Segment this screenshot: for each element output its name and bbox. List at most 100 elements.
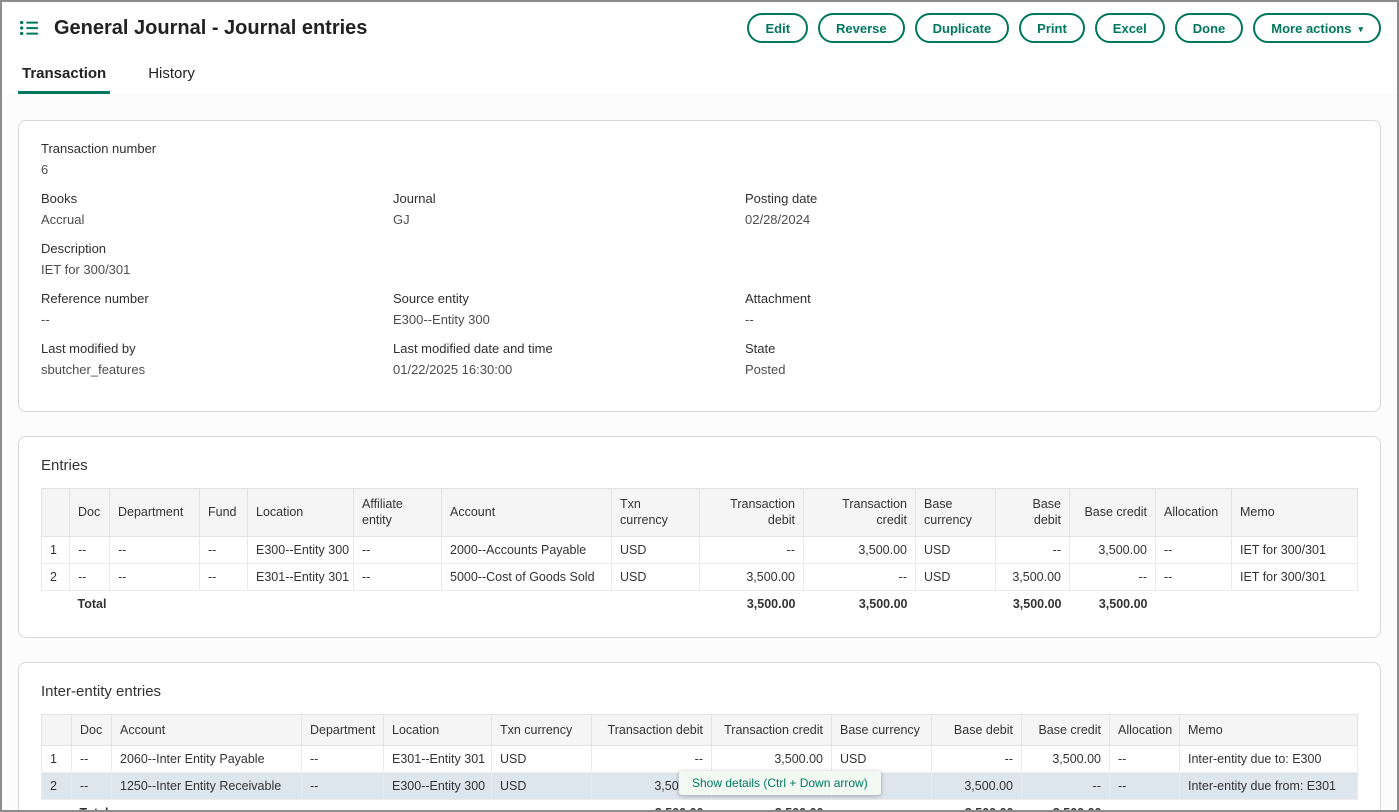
total-cell: 3,500.00 bbox=[932, 799, 1022, 810]
table-cell: USD bbox=[492, 745, 592, 772]
total-cell bbox=[248, 590, 354, 617]
detail-value: 02/28/2024 bbox=[745, 212, 1358, 227]
detail-row: Last modified bysbutcher_featuresLast mo… bbox=[41, 341, 1358, 391]
column-header[interactable]: Department bbox=[302, 714, 384, 745]
total-cell bbox=[110, 590, 200, 617]
table-cell: -- bbox=[354, 563, 442, 590]
table-cell: -- bbox=[1070, 563, 1156, 590]
detail-value: IET for 300/301 bbox=[41, 262, 393, 277]
column-header[interactable]: Base credit bbox=[1070, 489, 1156, 537]
table-cell: 3,500.00 bbox=[996, 563, 1070, 590]
column-header[interactable]: Fund bbox=[200, 489, 248, 537]
detail-label: Attachment bbox=[745, 291, 1358, 306]
table-cell: -- bbox=[200, 536, 248, 563]
column-header[interactable] bbox=[42, 714, 72, 745]
table-cell: 2000--Accounts Payable bbox=[442, 536, 612, 563]
column-header[interactable]: Account bbox=[442, 489, 612, 537]
detail-field: DescriptionIET for 300/301 bbox=[41, 241, 393, 277]
column-header[interactable]: Transaction debit bbox=[592, 714, 712, 745]
detail-value: sbutcher_features bbox=[41, 362, 393, 377]
edit-button[interactable]: Edit bbox=[747, 13, 808, 43]
table-cell: -- bbox=[200, 563, 248, 590]
title-area: General Journal - Journal entries bbox=[18, 17, 367, 40]
reverse-button[interactable]: Reverse bbox=[818, 13, 905, 43]
toolbar: Edit Reverse Duplicate Print Excel Done … bbox=[747, 13, 1381, 43]
entries-title: Entries bbox=[41, 457, 1358, 474]
column-header[interactable]: Base debit bbox=[932, 714, 1022, 745]
top-bar: General Journal - Journal entries Edit R… bbox=[2, 2, 1397, 54]
total-cell bbox=[42, 799, 72, 810]
column-header[interactable]: Base currency bbox=[832, 714, 932, 745]
entries-card: Entries DocDepartmentFundLocationAffilia… bbox=[18, 436, 1381, 638]
table-row[interactable]: 1--2060--Inter Entity Payable--E301--Ent… bbox=[42, 745, 1358, 772]
table-row[interactable]: 1------E300--Entity 300--2000--Accounts … bbox=[42, 536, 1358, 563]
column-header[interactable]: Account bbox=[112, 714, 302, 745]
total-cell: 3,500.00 bbox=[1022, 799, 1110, 810]
table-cell: -- bbox=[110, 563, 200, 590]
column-header[interactable]: Location bbox=[248, 489, 354, 537]
tab-transaction[interactable]: Transaction bbox=[18, 57, 110, 94]
more-actions-button[interactable]: More actions ▾ bbox=[1253, 13, 1381, 43]
column-header[interactable]: Memo bbox=[1232, 489, 1358, 537]
tab-history[interactable]: History bbox=[144, 57, 199, 94]
detail-label: Reference number bbox=[41, 291, 393, 306]
column-header[interactable]: Location bbox=[384, 714, 492, 745]
column-header[interactable]: Memo bbox=[1180, 714, 1358, 745]
table-cell: USD bbox=[612, 563, 700, 590]
total-cell bbox=[1110, 799, 1180, 810]
table-cell: USD bbox=[832, 745, 932, 772]
column-header[interactable]: Transaction credit bbox=[804, 489, 916, 537]
total-cell: 3,500.00 bbox=[804, 590, 916, 617]
detail-field: Reference number-- bbox=[41, 291, 393, 327]
detail-row: Transaction number6 bbox=[41, 141, 1358, 191]
table-row[interactable]: 2------E301--Entity 301--5000--Cost of G… bbox=[42, 563, 1358, 590]
table-cell: E300--Entity 300 bbox=[384, 772, 492, 799]
total-cell: 3,500.00 bbox=[996, 590, 1070, 617]
main-content: Transaction number6BooksAccrualJournalGJ… bbox=[2, 94, 1397, 810]
column-header[interactable]: Department bbox=[110, 489, 200, 537]
print-button[interactable]: Print bbox=[1019, 13, 1085, 43]
total-cell: 3,500.00 bbox=[1070, 590, 1156, 617]
column-header[interactable]: Doc bbox=[70, 489, 110, 537]
table-cell: 1 bbox=[42, 536, 70, 563]
list-menu-icon[interactable] bbox=[18, 17, 40, 39]
detail-field: Attachment-- bbox=[745, 291, 1358, 327]
duplicate-button[interactable]: Duplicate bbox=[915, 13, 1010, 43]
table-cell: 3,500.00 bbox=[712, 745, 832, 772]
column-header[interactable]: Doc bbox=[72, 714, 112, 745]
column-header[interactable]: Base currency bbox=[916, 489, 996, 537]
column-header[interactable]: Txn currency bbox=[612, 489, 700, 537]
total-cell: 3,500.00 bbox=[712, 799, 832, 810]
column-header[interactable]: Base debit bbox=[996, 489, 1070, 537]
column-header[interactable]: Txn currency bbox=[492, 714, 592, 745]
column-header[interactable]: Allocation bbox=[1156, 489, 1232, 537]
excel-button[interactable]: Excel bbox=[1095, 13, 1165, 43]
column-header[interactable]: Affiliate entity bbox=[354, 489, 442, 537]
column-header[interactable]: Transaction credit bbox=[712, 714, 832, 745]
detail-field: JournalGJ bbox=[393, 191, 745, 227]
table-cell: -- bbox=[72, 745, 112, 772]
detail-value: 6 bbox=[41, 162, 393, 177]
column-header[interactable] bbox=[42, 489, 70, 537]
detail-value: 01/22/2025 16:30:00 bbox=[393, 362, 745, 377]
transaction-details-grid: Transaction number6BooksAccrualJournalGJ… bbox=[41, 141, 1358, 391]
detail-label: Source entity bbox=[393, 291, 745, 306]
total-cell bbox=[492, 799, 592, 810]
detail-label: Journal bbox=[393, 191, 745, 206]
table-cell: -- bbox=[1156, 536, 1232, 563]
column-header[interactable]: Allocation bbox=[1110, 714, 1180, 745]
table-cell: 3,500.00 bbox=[1022, 745, 1110, 772]
done-button[interactable]: Done bbox=[1175, 13, 1244, 43]
column-header[interactable]: Base credit bbox=[1022, 714, 1110, 745]
table-cell: -- bbox=[302, 745, 384, 772]
total-row: Total3,500.003,500.003,500.003,500.00 bbox=[42, 799, 1358, 810]
detail-field: Last modified bysbutcher_features bbox=[41, 341, 393, 377]
total-cell: 3,500.00 bbox=[700, 590, 804, 617]
table-cell: Inter-entity due from: E301 bbox=[1180, 772, 1358, 799]
table-cell: USD bbox=[916, 563, 996, 590]
table-cell: 2 bbox=[42, 563, 70, 590]
app-window: General Journal - Journal entries Edit R… bbox=[0, 0, 1399, 812]
total-cell: 3,500.00 bbox=[592, 799, 712, 810]
table-cell: -- bbox=[804, 563, 916, 590]
column-header[interactable]: Transaction debit bbox=[700, 489, 804, 537]
